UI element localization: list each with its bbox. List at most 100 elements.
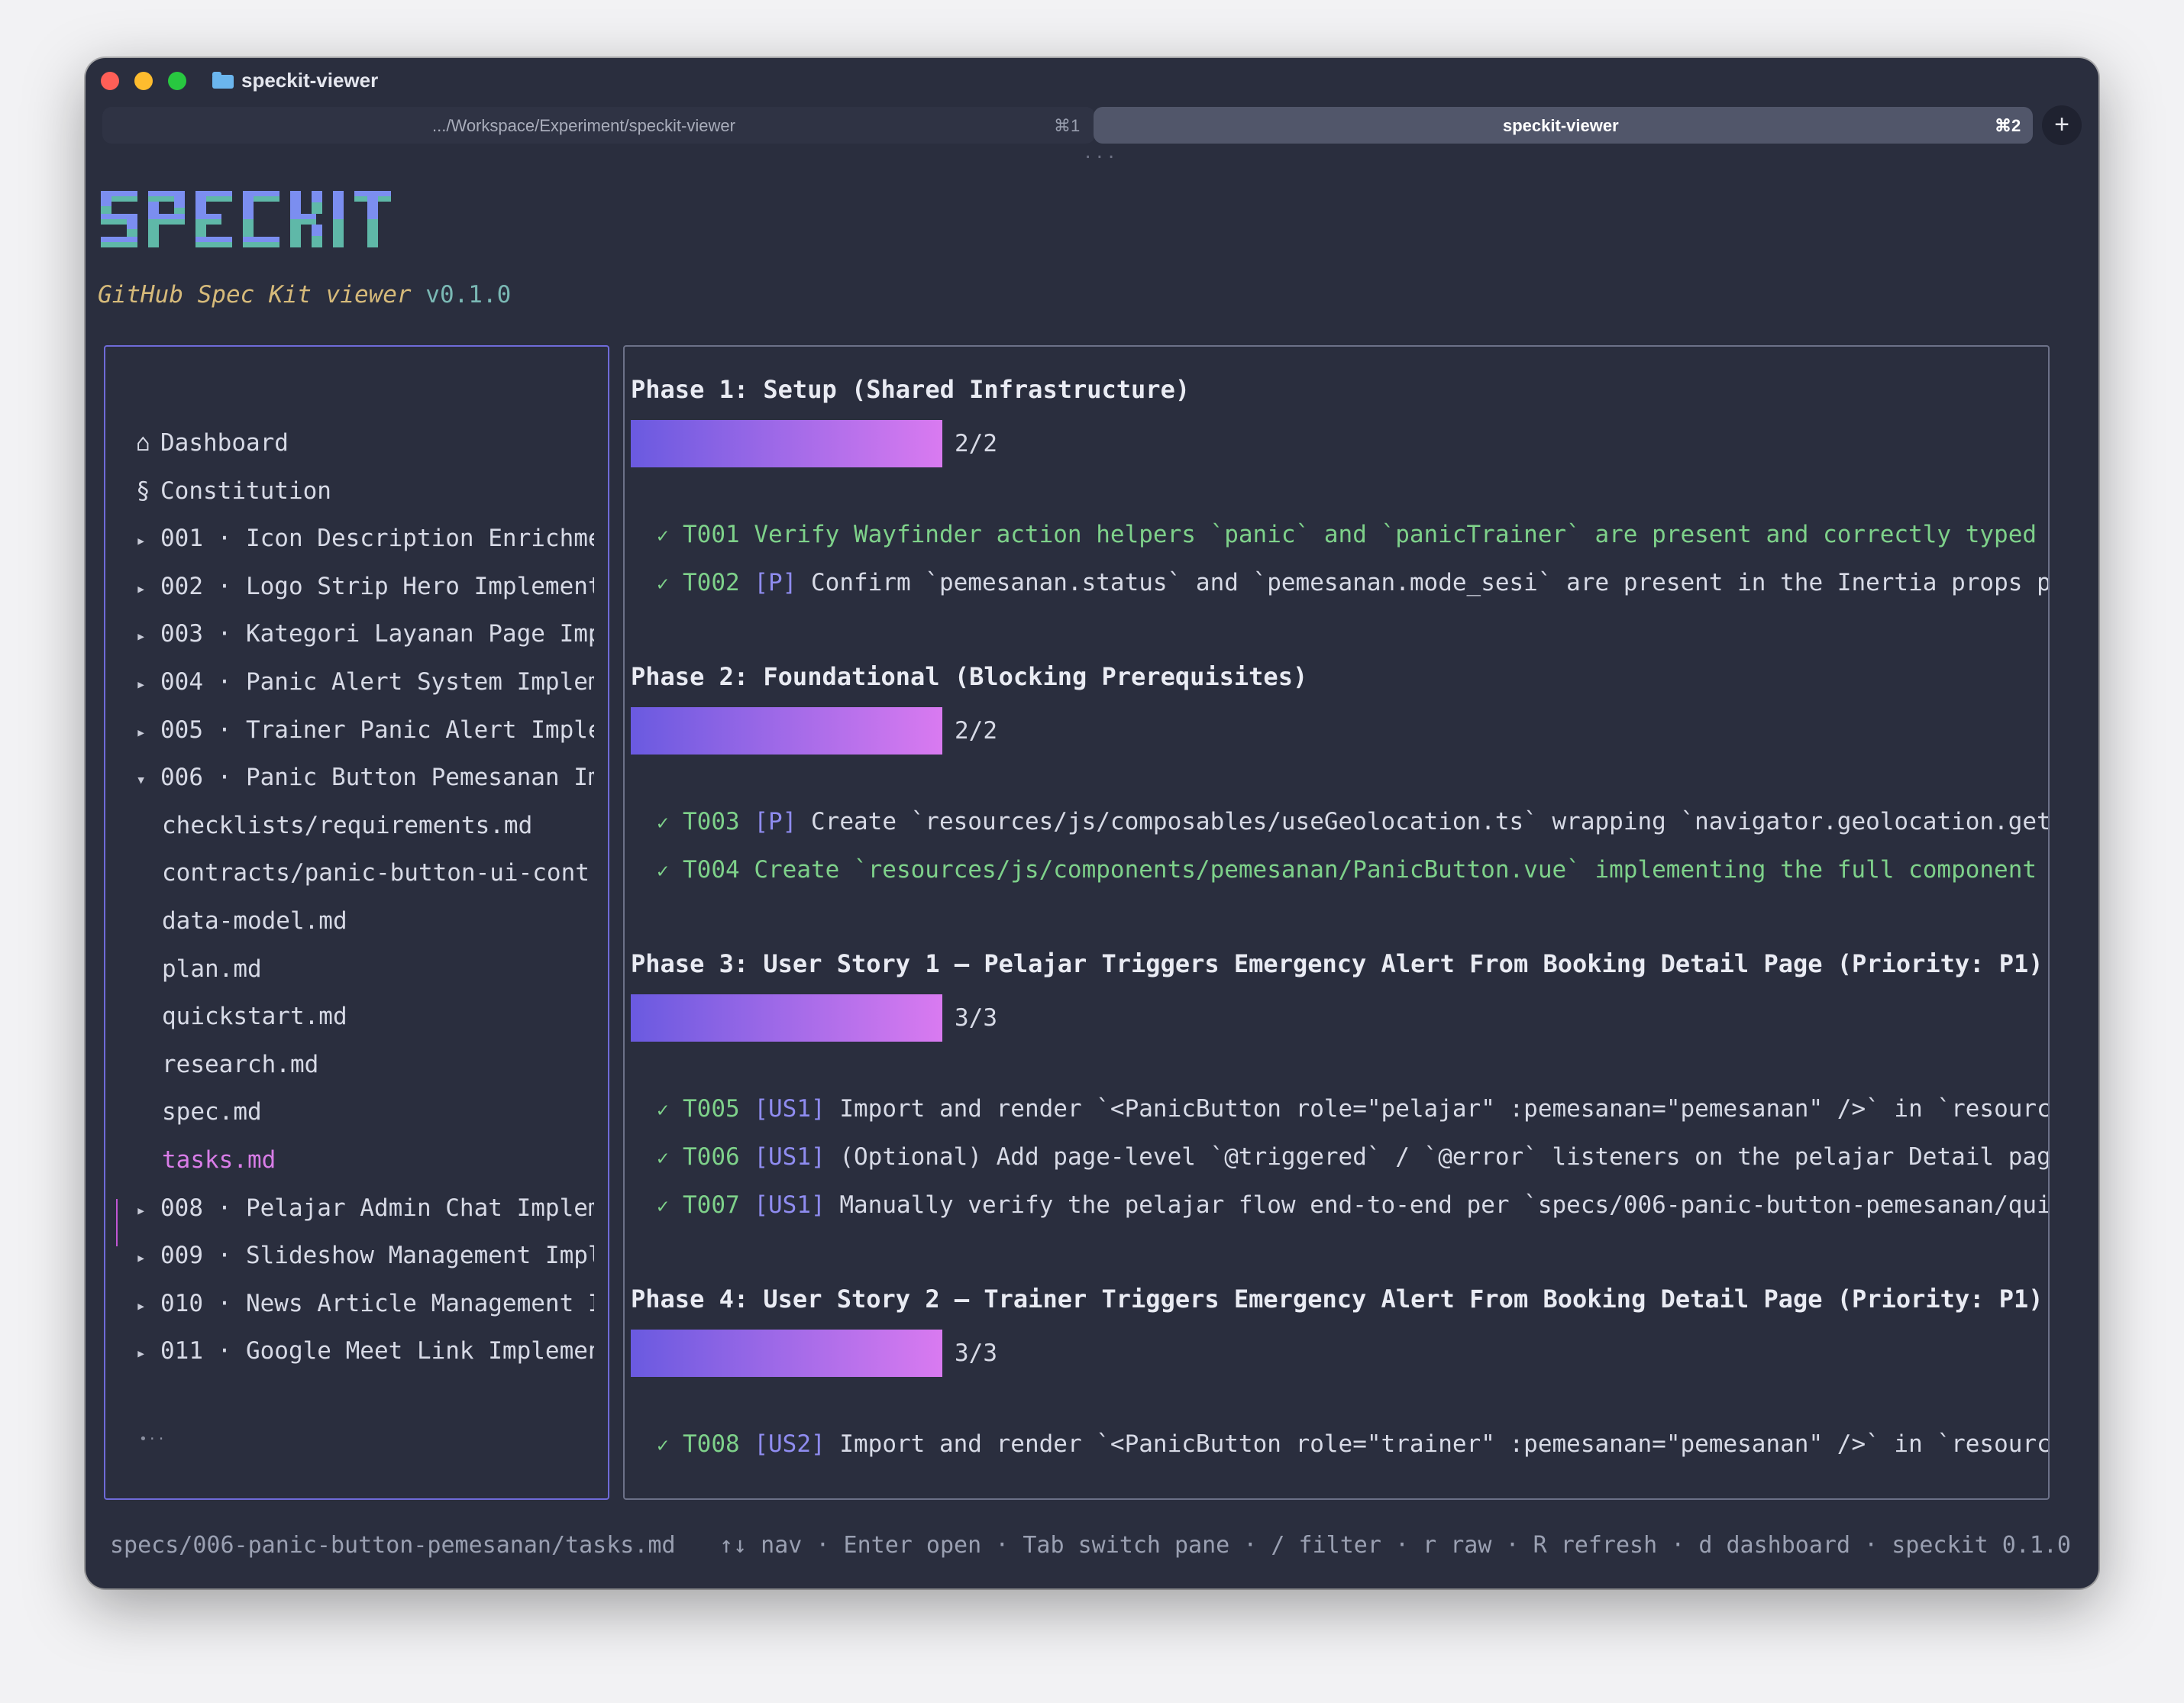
task-text: Import and render `<PanicButton role="tr… — [839, 1430, 2050, 1458]
new-tab-button[interactable]: + — [2042, 105, 2082, 145]
sidebar-file-item[interactable]: checklists/requirements.md — [162, 806, 590, 845]
task-text: Confirm `pemesanan.status` and `pemesana… — [811, 569, 2050, 596]
task-row[interactable]: ✓ T006 [US1] (Optional) Add page-level `@… — [657, 1140, 2050, 1175]
sidebar-item-label: quickstart.md — [162, 1003, 347, 1031]
task-row[interactable]: ✓ T004 Create `resources/js/components/pe… — [657, 853, 2048, 888]
sidebar-pager[interactable]: •·· — [139, 1431, 166, 1447]
zoom-window-button[interactable] — [168, 72, 186, 90]
check-icon: ✓ — [657, 1434, 669, 1457]
sidebar-item-label: 001 · Icon Description Enrichment… — [160, 525, 594, 553]
chevron-right-icon[interactable]: ▸ — [136, 665, 160, 702]
logo-pixel-block — [301, 214, 316, 225]
chevron-right-icon[interactable]: ▸ — [136, 570, 160, 606]
app-tagline: GitHub Spec Kit viewer v0.1.0 — [98, 281, 511, 309]
task-text: (Optional) Add page-level `@triggered` /… — [839, 1143, 2050, 1171]
chevron-right-icon[interactable]: ▸ — [136, 1191, 160, 1228]
phase-progress-label: 2/2 — [955, 717, 997, 745]
sidebar-file-item[interactable]: quickstart.md — [162, 997, 590, 1036]
task-tag: [US2] — [754, 1430, 825, 1458]
sidebar-item[interactable]: ▸ 009 · Slideshow Management Imple… — [136, 1236, 594, 1275]
status-path: specs/006-panic-button-pemesanan/tasks.m… — [110, 1532, 676, 1559]
task-text: Verify Wayfinder action helpers `panic` … — [754, 521, 2050, 548]
task-row[interactable]: ✓ T008 [US2] Import and render `<PanicBut… — [657, 1427, 2050, 1462]
sidebar-item[interactable]: ▸ 005 · Trainer Panic Alert Implem… — [136, 710, 594, 750]
sidebar-file-item[interactable]: tasks.md — [162, 1140, 590, 1180]
task-id: T003 — [683, 808, 740, 835]
task-row[interactable]: ✓ T001 Verify Wayfinder action helpers `p… — [657, 518, 2050, 553]
logo-pixel-block — [290, 191, 301, 247]
sidebar-item-label: tasks.md — [162, 1146, 276, 1174]
phase-title: Phase 4: User Story 2 – Trainer Triggers… — [631, 1282, 2043, 1316]
sidebar-item[interactable]: ▸ 004 · Panic Alert System Impleme… — [136, 662, 594, 702]
phase-title-text: Phase 3: User Story 1 – Pelajar Triggers… — [631, 949, 2043, 978]
sidebar-item[interactable]: ▸ 002 · Logo Strip Hero Implemented — [136, 567, 594, 606]
sidebar-item-label: 011 · Google Meet Link Implement… — [160, 1337, 594, 1365]
phase-progress-bar — [631, 707, 942, 755]
content-pane[interactable]: Phase 1: Setup (Shared Infrastructure) 2/… — [623, 345, 2050, 1500]
sidebar-item[interactable]: ▾ 006 · Panic Button Pemesanan Imp… — [136, 758, 594, 797]
section-icon: § — [136, 477, 150, 505]
chevron-right-icon[interactable]: ▸ — [136, 617, 160, 654]
sidebar-file-item[interactable]: contracts/panic-button-ui-contr… — [162, 853, 590, 893]
phase-title-text: Phase 4: User Story 2 – Trainer Triggers… — [631, 1285, 2043, 1314]
phase-progress-label: 3/3 — [955, 1339, 997, 1367]
sidebar-item-label: 010 · News Article Management Im… — [160, 1289, 594, 1317]
check-icon: ✓ — [657, 525, 669, 548]
sidebar-item-label: 003 · Kategori Layanan Page Impl… — [160, 620, 594, 648]
title-bar: speckit-viewer — [86, 58, 2098, 104]
sidebar-item-label: plan.md — [162, 955, 262, 983]
chevron-right-icon[interactable]: ▸ — [136, 1334, 160, 1371]
sidebar-item-label: data-model.md — [162, 907, 347, 935]
sidebar-item[interactable]: § Constitution — [136, 471, 594, 511]
sidebar-file-item[interactable]: research.md — [162, 1045, 590, 1084]
sidebar-item-label: checklists/requirements.md — [162, 811, 533, 839]
task-text: Import and render `<PanicButton role="pe… — [839, 1095, 2050, 1123]
task-row[interactable]: ✓ T003 [P] Create `resources/js/composabl… — [657, 805, 2048, 840]
tab-workspace-shortcut: ⌘1 — [1054, 116, 1081, 135]
task-row[interactable]: ✓ T007 [US1] Manually verify the pelajar … — [657, 1188, 2048, 1223]
task-row[interactable]: ✓ T002 [P] Confirm `pemesanan.status` and… — [657, 566, 2050, 601]
logo-pixel-block — [195, 237, 232, 247]
phase-progress-bar — [631, 420, 942, 467]
phase-title: Phase 3: User Story 1 – Pelajar Triggers… — [631, 947, 2048, 981]
task-tag: [US1] — [754, 1143, 825, 1171]
phase-title-text: Phase 2: Foundational (Blocking Prerequi… — [631, 662, 1308, 691]
check-icon: ✓ — [657, 1099, 669, 1122]
chevron-right-icon[interactable]: ▸ — [136, 1239, 160, 1275]
task-tag: [P] — [754, 569, 797, 596]
sidebar-item[interactable]: ▸ 003 · Kategori Layanan Page Impl… — [136, 614, 594, 654]
sidebar-item-label: 008 · Pelajar Admin Chat Impleme… — [160, 1194, 594, 1222]
check-icon: ✓ — [657, 860, 669, 883]
tab-speckit-viewer-shortcut: ⌘2 — [1995, 116, 2021, 135]
active-item-indicator — [116, 1199, 118, 1246]
sidebar-item[interactable]: ▸ 011 · Google Meet Link Implement… — [136, 1331, 594, 1371]
sidebar-pane[interactable]: ⌂ Dashboard § Constitution ▸ 001 · Icon Descr… — [104, 345, 609, 1500]
chevron-right-icon[interactable]: ▸ — [136, 713, 160, 750]
close-window-button[interactable] — [101, 72, 119, 90]
tab-speckit-viewer-label: speckit-viewer — [1503, 116, 1619, 135]
chevron-down-icon[interactable]: ▾ — [136, 761, 160, 797]
phase-progress-bar — [631, 994, 942, 1042]
sidebar-item-label: contracts/panic-button-ui-contr… — [162, 859, 590, 887]
sidebar-file-item[interactable]: data-model.md — [162, 901, 590, 941]
app-version: v0.1.0 — [425, 281, 512, 309]
task-tag: [P] — [754, 808, 797, 835]
sidebar-item[interactable]: ▸ 008 · Pelajar Admin Chat Impleme… — [136, 1188, 594, 1228]
minimize-window-button[interactable] — [134, 72, 153, 90]
logo-pixel-block — [312, 191, 322, 214]
sidebar-item[interactable]: ⌂ Dashboard — [136, 423, 594, 463]
sidebar-item-label: Constitution — [160, 477, 331, 505]
sidebar-item[interactable]: ▸ 010 · News Article Management Im… — [136, 1284, 594, 1323]
chevron-right-icon[interactable]: ▸ — [136, 1287, 160, 1323]
logo-pixel-block — [312, 225, 322, 247]
task-row[interactable]: ✓ T005 [US1] Import and render `<PanicBut… — [657, 1092, 2050, 1127]
chevron-right-icon[interactable]: ▸ — [136, 522, 160, 558]
phase-progress-bar — [631, 1330, 942, 1377]
sidebar-file-item[interactable]: plan.md — [162, 949, 590, 989]
sidebar-item-label: spec.md — [162, 1098, 262, 1126]
window-title: speckit-viewer — [241, 69, 379, 92]
task-id: T002 — [683, 569, 740, 596]
sidebar-item[interactable]: ▸001 · Icon Description Enrichment… — [136, 519, 594, 558]
sidebar-file-item[interactable]: spec.md — [162, 1092, 590, 1132]
logo-pixel-block — [195, 214, 221, 225]
